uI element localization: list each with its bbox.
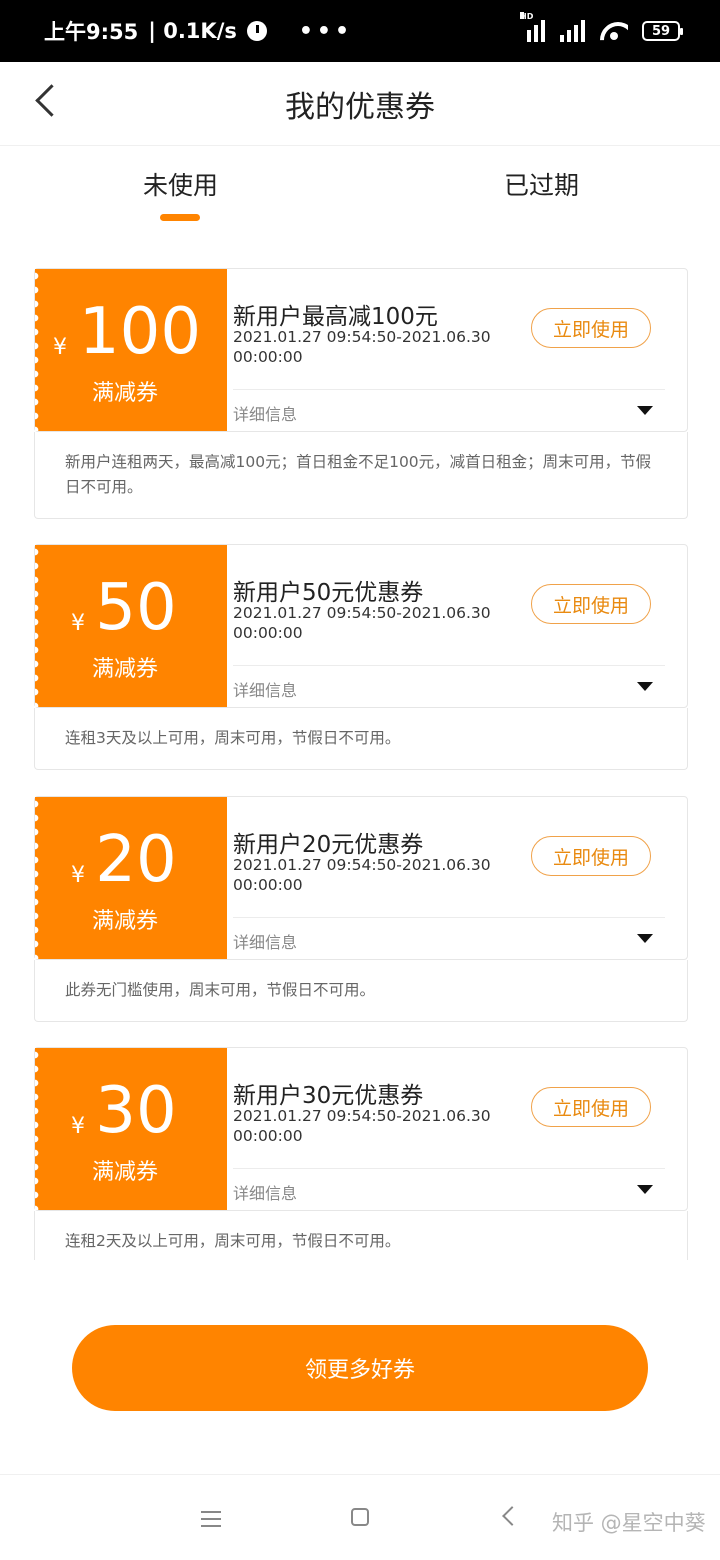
coupon-value-panel: ¥ 50 满减券	[35, 545, 227, 707]
coupon-value-panel: ¥ 30 满减券	[35, 1048, 227, 1210]
coupon-amount: 100	[78, 295, 202, 369]
coupon-main: ¥ 30 满减券 新用户30元优惠券 2021.01.27 09:54:50-2…	[34, 1047, 688, 1211]
coupon-info: 新用户20元优惠券 2021.01.27 09:54:50-2021.06.30…	[233, 797, 673, 959]
coupon-card: ¥ 20 满减券 新用户20元优惠券 2021.01.27 09:54:50-2…	[34, 796, 688, 1022]
nav-back-icon[interactable]	[502, 1506, 522, 1526]
coupon-main: ¥ 100 满减券 新用户最高减100元 2021.01.27 09:54:50…	[34, 268, 688, 432]
caret-down-icon[interactable]	[637, 934, 653, 943]
battery-icon: 59	[642, 21, 683, 41]
detail-info-toggle[interactable]: 详细信息	[233, 1180, 297, 1204]
coupon-title: 新用户50元优惠券	[233, 580, 424, 606]
divider	[233, 1168, 665, 1169]
coupon-type: 满减券	[91, 1160, 158, 1185]
more-notifications-icon: •••	[298, 18, 354, 44]
coupon-amount: 30	[95, 1074, 177, 1148]
coupon-info: 新用户最高减100元 2021.01.27 09:54:50-2021.06.3…	[233, 269, 673, 431]
coupon-type: 满减券	[91, 909, 158, 934]
active-tab-indicator	[160, 214, 200, 221]
coupon-value-panel: ¥ 20 满减券	[35, 797, 227, 959]
status-right: HD 59	[520, 12, 683, 42]
coupon-type: 满减券	[91, 381, 158, 406]
coupon-validity: 2021.01.27 09:54:50-2021.06.30 00:00:00	[233, 856, 491, 894]
coupon-main: ¥ 20 满减券 新用户20元优惠券 2021.01.27 09:54:50-2…	[34, 796, 688, 960]
status-time: 上午9:55	[44, 20, 139, 44]
use-now-button[interactable]: 立即使用	[531, 308, 651, 348]
coupon-validity: 2021.01.27 09:54:50-2021.06.30 00:00:00	[233, 328, 491, 366]
detail-info-toggle[interactable]: 详细信息	[233, 677, 297, 701]
hd-label: HD	[520, 12, 534, 21]
coupon-card: ¥ 50 满减券 新用户50元优惠券 2021.01.27 09:54:50-2…	[34, 544, 688, 770]
coupon-amount: 50	[95, 571, 177, 645]
coupon-card: ¥ 100 满减券 新用户最高减100元 2021.01.27 09:54:50…	[34, 268, 688, 519]
coupon-info: 新用户50元优惠券 2021.01.27 09:54:50-2021.06.30…	[233, 545, 673, 707]
wifi-icon	[600, 20, 628, 42]
divider	[233, 665, 665, 666]
get-more-coupons-button[interactable]: 领更多好券	[72, 1325, 648, 1411]
divider	[233, 389, 665, 390]
signal-icon	[560, 20, 586, 42]
system-nav-bar: 知乎 @星空中葵	[0, 1474, 720, 1560]
status-bar: 上午9:55 | 0.1K/s ••• HD 59	[0, 0, 720, 62]
alarm-icon	[246, 21, 267, 41]
use-now-button[interactable]: 立即使用	[531, 836, 651, 876]
coupon-title: 新用户最高减100元	[233, 304, 438, 330]
coupon-title: 新用户20元优惠券	[233, 832, 424, 858]
detail-info-toggle[interactable]: 详细信息	[233, 929, 297, 953]
watermark: 知乎 @星空中葵	[552, 1511, 706, 1535]
coupon-description: 连租2天及以上可用，周末可用，节假日不可用。	[34, 1211, 688, 1260]
divider	[233, 917, 665, 918]
status-left: 上午9:55 | 0.1K/s •••	[44, 16, 353, 46]
battery-level: 59	[651, 23, 671, 39]
caret-down-icon[interactable]	[637, 1185, 653, 1194]
coupon-value-panel: ¥ 100 满减券	[35, 269, 227, 431]
coupon-title: 新用户30元优惠券	[233, 1083, 424, 1109]
coupon-type: 满减券	[91, 657, 158, 682]
page-title: 我的优惠券	[285, 89, 435, 125]
caret-down-icon[interactable]	[637, 682, 653, 691]
coupon-card: ¥ 30 满减券 新用户30元优惠券 2021.01.27 09:54:50-2…	[34, 1047, 688, 1260]
coupon-main: ¥ 50 满减券 新用户50元优惠券 2021.01.27 09:54:50-2…	[34, 544, 688, 708]
detail-info-toggle[interactable]: 详细信息	[233, 401, 297, 425]
coupon-description: 连租3天及以上可用，周末可用，节假日不可用。	[34, 708, 688, 770]
status-net-speed: | 0.1K/s	[148, 19, 237, 43]
menu-icon[interactable]	[201, 1511, 221, 1527]
tab-expired[interactable]: 已过期	[504, 166, 579, 202]
coupon-description: 新用户连租两天，最高减100元；首日租金不足100元，减首日租金；周末可用，节假…	[34, 432, 688, 519]
coupon-description: 此券无门槛使用，周末可用，节假日不可用。	[34, 960, 688, 1022]
coupon-validity: 2021.01.27 09:54:50-2021.06.30 00:00:00	[233, 1107, 491, 1145]
coupon-amount: 20	[95, 823, 177, 897]
header: 我的优惠券	[0, 62, 720, 146]
use-now-button[interactable]: 立即使用	[531, 584, 651, 624]
tab-unused[interactable]: 未使用	[143, 166, 218, 202]
back-arrow-icon[interactable]	[28, 80, 68, 120]
caret-down-icon[interactable]	[637, 406, 653, 415]
home-icon[interactable]	[351, 1508, 369, 1526]
coupon-info: 新用户30元优惠券 2021.01.27 09:54:50-2021.06.30…	[233, 1048, 673, 1210]
signal-hd-icon: HD	[520, 12, 546, 42]
coupon-list[interactable]: ¥ 100 满减券 新用户最高减100元 2021.01.27 09:54:50…	[0, 268, 720, 1260]
use-now-button[interactable]: 立即使用	[531, 1087, 651, 1127]
coupon-validity: 2021.01.27 09:54:50-2021.06.30 00:00:00	[233, 604, 491, 642]
coupon-tabs: 未使用 已过期	[0, 146, 720, 246]
